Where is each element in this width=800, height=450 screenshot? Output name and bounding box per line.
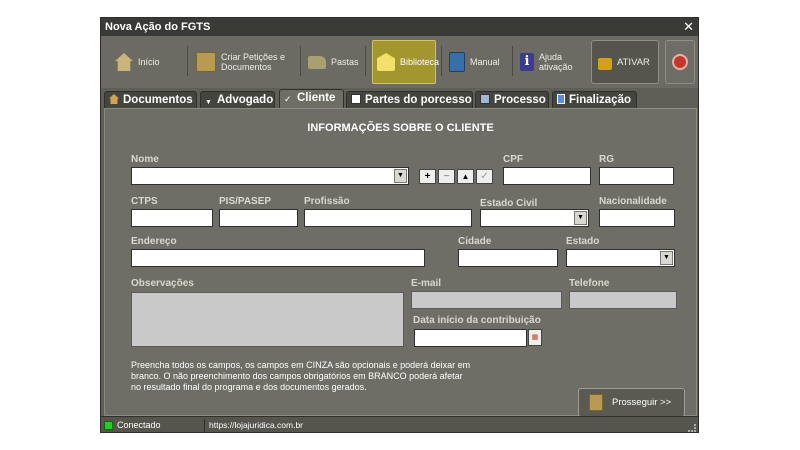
nacionalidade-field[interactable] <box>599 209 675 227</box>
folder-icon <box>308 55 326 69</box>
nome-label: Nome <box>131 154 159 165</box>
status-bar: Conectado https://lojajuridica.com.br <box>101 416 698 432</box>
email-label: E-mail <box>411 278 442 289</box>
close-icon[interactable]: ✕ <box>683 18 694 36</box>
telefone-label: Telefone <box>569 278 610 289</box>
book-icon <box>589 394 603 411</box>
document-icon <box>196 52 216 72</box>
observacoes-label: Observações <box>131 278 194 289</box>
window-title: Nova Ação do FGTS <box>105 21 211 33</box>
ativar-button[interactable]: ATIVAR <box>591 40 659 84</box>
id-card-icon <box>351 94 361 104</box>
pastas-button[interactable]: Pastas <box>308 40 359 84</box>
profissao-label: Profissão <box>304 196 350 207</box>
toolbar: Início Criar Petições e Documentos Pasta… <box>101 36 698 89</box>
connection-status: Conectado <box>117 420 161 430</box>
confirm-icon[interactable]: ✓ <box>476 169 493 184</box>
cidade-field[interactable] <box>458 249 558 267</box>
cpf-label: CPF <box>503 154 523 165</box>
book-icon <box>449 52 465 72</box>
estado-civil-select[interactable]: ▼ <box>480 209 589 227</box>
rg-label: RG <box>599 154 614 165</box>
calendar-icon[interactable]: ▦ <box>528 329 542 346</box>
client-form-panel: INFORMAÇÕES SOBRE O CLIENTE Nome ▼ + − ▲… <box>104 108 697 417</box>
info-text: Preencha todos os campos, os campos em C… <box>131 360 471 392</box>
chevron-down-icon[interactable]: ▼ <box>574 211 587 225</box>
data-inicio-field[interactable] <box>414 329 527 347</box>
criar-peticoes-button[interactable]: Criar Petições e Documentos <box>196 40 296 84</box>
estado-civil-label: Estado Civil <box>480 198 538 209</box>
home-icon <box>115 53 133 71</box>
tab-advogado[interactable]: ▼ Advogado <box>200 91 275 108</box>
card-icon <box>480 94 490 104</box>
biblioteca-button[interactable]: Biblioteca <box>372 40 439 84</box>
check-icon: ✓ <box>284 94 292 104</box>
tab-partes-do-processo[interactable]: Partes do porcesso <box>346 91 473 108</box>
title-bar: Nova Ação do FGTS ✕ <box>101 18 698 36</box>
power-button[interactable] <box>665 40 695 84</box>
manual-button[interactable]: Manual <box>449 40 500 84</box>
nacionalidade-label: Nacionalidade <box>599 196 667 207</box>
form-heading: INFORMAÇÕES SOBRE O CLIENTE <box>307 122 494 134</box>
pis-field[interactable] <box>219 209 298 227</box>
home-icon <box>109 94 119 104</box>
add-icon[interactable]: + <box>419 169 436 184</box>
tab-processo[interactable]: Processo <box>475 91 549 108</box>
resize-grip-icon[interactable] <box>688 424 696 432</box>
estado-select[interactable]: ▼ <box>566 249 675 267</box>
cpf-field[interactable] <box>503 167 591 185</box>
up-icon[interactable]: ▲ <box>457 169 474 184</box>
tab-bar: Documentos ▼ Advogado ✓ Cliente Partes do … <box>101 88 698 108</box>
main-window: Nova Ação do FGTS ✕ Início Criar Petiçõe… <box>100 17 699 433</box>
telefone-field[interactable] <box>569 291 677 309</box>
estado-label: Estado <box>566 236 600 247</box>
ajuda-ativacao-button[interactable]: i Ajuda ativação <box>520 40 590 84</box>
nome-select[interactable]: ▼ <box>131 167 409 185</box>
email-field[interactable] <box>411 291 562 309</box>
lock-icon <box>598 58 612 70</box>
status-url: https://lojajuridica.com.br <box>209 420 304 430</box>
chevron-down-icon[interactable]: ▼ <box>660 251 673 265</box>
tab-finalizacao[interactable]: Finalização <box>552 91 637 108</box>
profissao-field[interactable] <box>304 209 472 227</box>
endereco-field[interactable] <box>131 249 425 267</box>
tab-documentos[interactable]: Documentos <box>104 91 197 108</box>
data-inicio-label: Data início da contribuição <box>413 315 541 326</box>
ctps-label: CTPS <box>131 196 158 207</box>
pis-label: PIS/PASEP <box>219 196 272 207</box>
remove-icon[interactable]: − <box>438 169 455 184</box>
tab-cliente[interactable]: ✓ Cliente <box>279 89 344 108</box>
endereco-label: Endereço <box>131 236 177 247</box>
cidade-label: Cidade <box>458 236 492 247</box>
chevron-down-icon[interactable]: ▼ <box>394 169 407 183</box>
doc-icon <box>557 94 565 104</box>
library-icon <box>377 53 395 71</box>
ctps-field[interactable] <box>131 209 213 227</box>
rg-field[interactable] <box>599 167 674 185</box>
arrow-icon: ▼ <box>205 99 212 106</box>
connection-indicator-icon <box>104 421 113 430</box>
inicio-button[interactable]: Início <box>115 40 160 84</box>
observacoes-textarea[interactable] <box>131 292 404 347</box>
power-icon <box>672 54 688 70</box>
prosseguir-button[interactable]: Prosseguir >> <box>578 388 685 417</box>
info-icon: i <box>520 53 534 71</box>
